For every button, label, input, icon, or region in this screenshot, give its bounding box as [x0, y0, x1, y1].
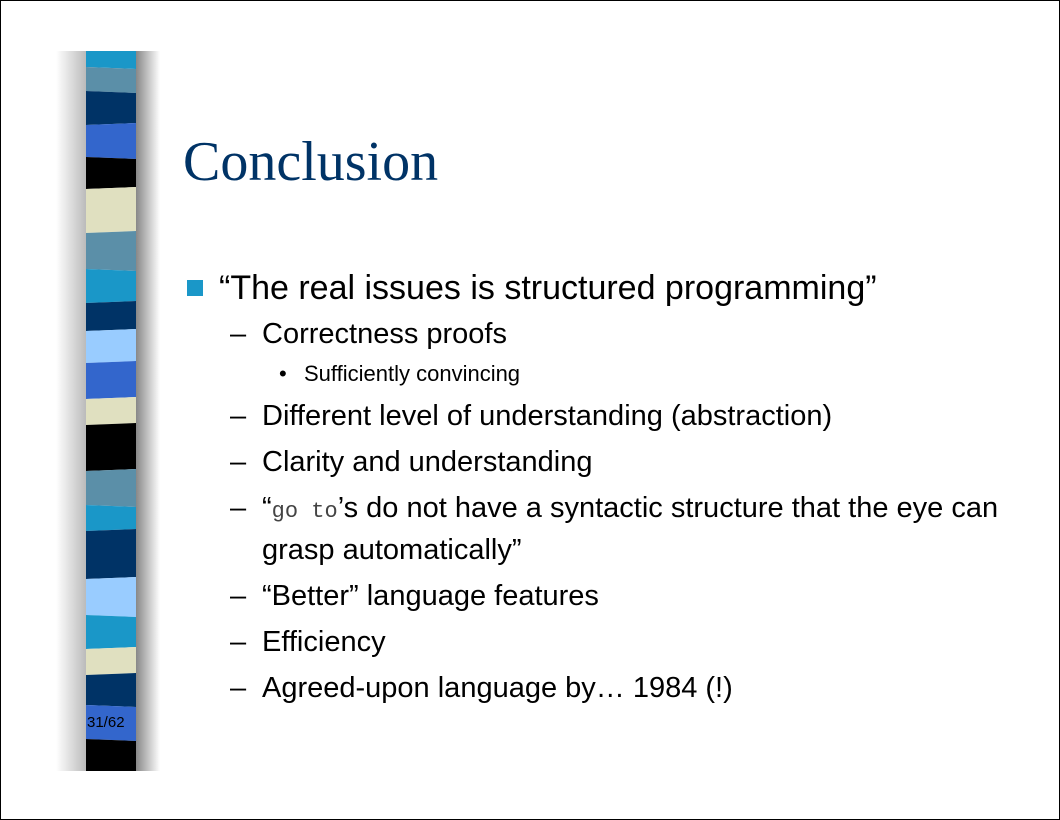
code-goto: go to: [271, 499, 338, 524]
subsubitem-text: Sufficiently convincing: [304, 361, 521, 386]
subitem-correctness-proofs: – Correctness proofs: [187, 315, 1017, 353]
subitem-text: Different level of understanding (abstra…: [262, 400, 833, 432]
subitem-different-level: – Different level of understanding (abst…: [187, 397, 1017, 435]
subitem-clarity: – Clarity and understanding: [187, 443, 1017, 481]
subitem-text: Correctness proofs: [262, 318, 507, 350]
subitem-agreed-language: – Agreed-upon language by… 1984 (!): [187, 669, 1017, 707]
subitem-goto-syntax: – “go to’s do not have a syntactic struc…: [187, 489, 1017, 569]
subitem-text-open-quote: “: [262, 492, 272, 524]
dash-icon: –: [230, 492, 247, 524]
decorative-striped-bar: [56, 51, 160, 771]
square-bullet-icon: [187, 280, 203, 296]
dot-bullet-icon: •: [279, 361, 287, 386]
dash-icon: –: [230, 318, 247, 350]
dash-icon: –: [230, 672, 247, 704]
subitem-better-features: – “Better” language features: [187, 577, 1017, 615]
subitem-text-rest: ’s do not have a syntactic structure tha…: [262, 492, 999, 566]
subsubitem-sufficiently-convincing: • Sufficiently convincing: [187, 359, 1017, 389]
bullet-main-text: “The real issues is structured programmi…: [219, 269, 877, 307]
slide-title: Conclusion: [183, 131, 439, 193]
dash-icon: –: [230, 446, 247, 478]
subitem-text: Efficiency: [262, 626, 386, 658]
subitem-text: “Better” language features: [262, 580, 599, 612]
dash-icon: –: [230, 400, 247, 432]
page-number: 31/62: [87, 714, 125, 731]
subitem-text: Agreed-upon language by… 1984 (!): [262, 672, 733, 704]
bullet-main: “The real issues is structured programmi…: [187, 263, 1017, 313]
dash-icon: –: [230, 580, 247, 612]
subitem-efficiency: – Efficiency: [187, 623, 1017, 661]
dash-icon: –: [230, 626, 247, 658]
slide-content: “The real issues is structured programmi…: [187, 263, 1017, 715]
striped-bar-graphic: [56, 51, 160, 771]
slide: 31/62 Conclusion “The real issues is str…: [0, 0, 1060, 820]
subitem-text: Clarity and understanding: [262, 446, 593, 478]
